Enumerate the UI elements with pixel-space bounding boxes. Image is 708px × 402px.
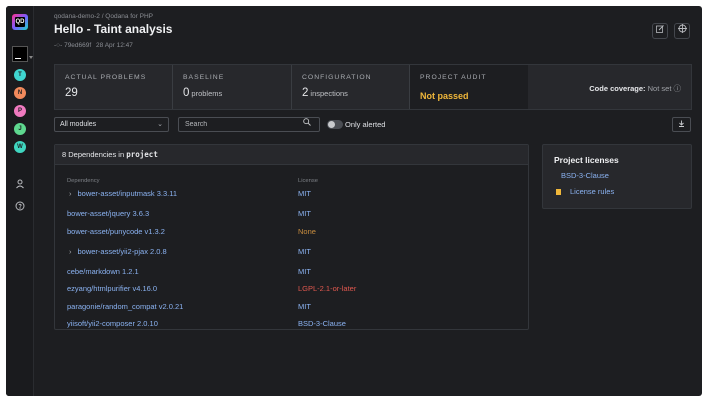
- commit-hash[interactable]: 79ed669f: [64, 42, 91, 49]
- dependency-name[interactable]: › bower-asset/inputmask 3.3.11: [67, 189, 177, 198]
- edit-icon: [656, 25, 664, 33]
- license-item[interactable]: BSD-3-Clause: [561, 171, 609, 180]
- table-row[interactable]: › bower-asset/inputmask 3.3.11 MIT: [55, 189, 528, 205]
- app-window: QD TNPJW qodana-demo-2 / Qodana for PHP …: [6, 6, 702, 396]
- project-avatar[interactable]: J: [14, 123, 26, 135]
- logo-text: QD: [15, 17, 25, 27]
- dependency-label: paragonie/random_compat v2.0.21: [67, 302, 184, 311]
- dependency-name[interactable]: yiisoft/yii2-composer 2.0.10: [67, 319, 158, 328]
- dependency-name[interactable]: bower-asset/jquery 3.6.3: [67, 209, 149, 218]
- chevron-right-icon[interactable]: ›: [69, 189, 72, 198]
- stat-label: BASELINE: [183, 74, 225, 81]
- edit-button[interactable]: [652, 23, 668, 39]
- license-rules-link[interactable]: License rules: [556, 187, 614, 196]
- table-row: bower-asset/punycode v1.3.2 None: [55, 227, 528, 243]
- table-row: cebe/markdown 1.2.1 MIT: [55, 267, 528, 283]
- project-avatar[interactable]: T: [14, 69, 26, 81]
- settings-icon: [677, 24, 687, 33]
- license-value: None: [298, 227, 316, 236]
- user-icon[interactable]: [14, 179, 26, 191]
- settings-button[interactable]: [674, 23, 690, 39]
- dependencies-panel: 8 Dependencies in project Dependency Lic…: [54, 144, 529, 330]
- left-rail: QD TNPJW: [6, 6, 34, 396]
- dependency-name[interactable]: cebe/markdown 1.2.1: [67, 267, 139, 276]
- project-avatar[interactable]: N: [14, 87, 26, 99]
- column-header-dependency[interactable]: Dependency: [67, 178, 100, 184]
- dependency-label: ezyang/htmlpurifier v4.16.0: [67, 284, 158, 293]
- dependency-label: bower-asset/jquery 3.6.3: [67, 209, 150, 218]
- commit-icon: -○-: [54, 42, 63, 49]
- table-row: yiisoft/yii2-composer 2.0.10 BSD-3-Clause: [55, 319, 528, 335]
- qodana-logo[interactable]: QD: [12, 14, 28, 30]
- dependency-name[interactable]: › bower-asset/yii2-pjax 2.0.8: [67, 247, 167, 256]
- flag-icon: [556, 189, 561, 195]
- table-row: bower-asset/jquery 3.6.3 MIT: [55, 209, 528, 225]
- table-row: paragonie/random_compat v2.0.21 MIT: [55, 302, 528, 318]
- dependency-label: cebe/markdown 1.2.1: [67, 267, 139, 276]
- tab-configuration[interactable]: CONFIGURATION 2 inspections: [292, 65, 410, 109]
- panel-title: Project licenses: [554, 155, 619, 165]
- commit-date: 28 Apr 12:47: [96, 42, 133, 49]
- stat-value: 29: [65, 87, 78, 99]
- help-icon[interactable]: ⓘ: [674, 84, 682, 93]
- dependency-name[interactable]: paragonie/random_compat v2.0.21: [67, 302, 183, 311]
- license-value: MIT: [298, 209, 311, 218]
- license-value: MIT: [298, 302, 311, 311]
- commit-info: -○- 79ed669f 28 Apr 12:47: [54, 42, 133, 49]
- table-row[interactable]: › bower-asset/yii2-pjax 2.0.8 MIT: [55, 247, 528, 263]
- stats-bar: ACTUAL PROBLEMS 29 BASELINE 0 problems CO…: [54, 64, 692, 110]
- dependency-name[interactable]: bower-asset/punycode v1.3.2: [67, 227, 165, 236]
- download-icon: [679, 120, 684, 127]
- tab-actual-problems[interactable]: ACTUAL PROBLEMS 29: [55, 65, 173, 109]
- license-value: MIT: [298, 247, 311, 256]
- tab-project-audit[interactable]: PROJECT AUDIT Not passed: [410, 65, 528, 109]
- dependency-name[interactable]: ezyang/htmlpurifier v4.16.0: [67, 284, 157, 293]
- chevron-right-icon[interactable]: ›: [69, 247, 72, 256]
- dependencies-header: 8 Dependencies in project: [55, 145, 528, 165]
- tab-baseline[interactable]: BASELINE 0 problems: [173, 65, 292, 109]
- only-alerted-label: Only alerted: [345, 120, 386, 129]
- table-row: ezyang/htmlpurifier v4.16.0 LGPL-2.1-or-l…: [55, 284, 528, 300]
- dependency-label: bower-asset/inputmask 3.3.11: [77, 189, 178, 198]
- module-select[interactable]: All modules ⌄: [54, 117, 169, 132]
- license-value: MIT: [298, 189, 311, 198]
- chevron-down-icon: [29, 56, 33, 59]
- dependency-label: yiisoft/yii2-composer 2.0.10: [67, 319, 158, 328]
- audit-status: Not passed: [420, 91, 469, 101]
- search-input[interactable]: [178, 117, 320, 132]
- project-avatar[interactable]: P: [14, 105, 26, 117]
- column-header-license[interactable]: License: [298, 178, 318, 184]
- chevron-down-icon: ⌄: [157, 121, 163, 128]
- stat-value: 0 problems: [183, 87, 223, 99]
- project-licenses-panel: Project licenses BSD-3-Clause License ru…: [542, 144, 692, 209]
- page-title: Hello - Taint analysis: [54, 22, 173, 36]
- license-value: LGPL-2.1-or-later: [298, 284, 357, 293]
- license-value: BSD-3-Clause: [298, 319, 346, 328]
- project-avatar[interactable]: W: [14, 141, 26, 153]
- stat-label: PROJECT AUDIT: [420, 74, 487, 81]
- stat-label: CONFIGURATION: [302, 74, 372, 81]
- dependency-label: bower-asset/yii2-pjax 2.0.8: [77, 247, 167, 256]
- help-icon[interactable]: [14, 201, 26, 213]
- stat-value: 2 inspections: [302, 87, 348, 99]
- download-button[interactable]: [672, 117, 691, 132]
- only-alerted-toggle[interactable]: [327, 120, 343, 129]
- dependency-label: bower-asset/punycode v1.3.2: [67, 227, 165, 236]
- project-switcher[interactable]: [12, 46, 28, 62]
- license-value: MIT: [298, 267, 311, 276]
- stat-label: ACTUAL PROBLEMS: [65, 74, 147, 81]
- search-icon: [303, 118, 311, 128]
- code-coverage: Code coverage: Not set ⓘ: [589, 84, 682, 93]
- breadcrumb[interactable]: qodana-demo-2 / Qodana for PHP: [54, 13, 153, 20]
